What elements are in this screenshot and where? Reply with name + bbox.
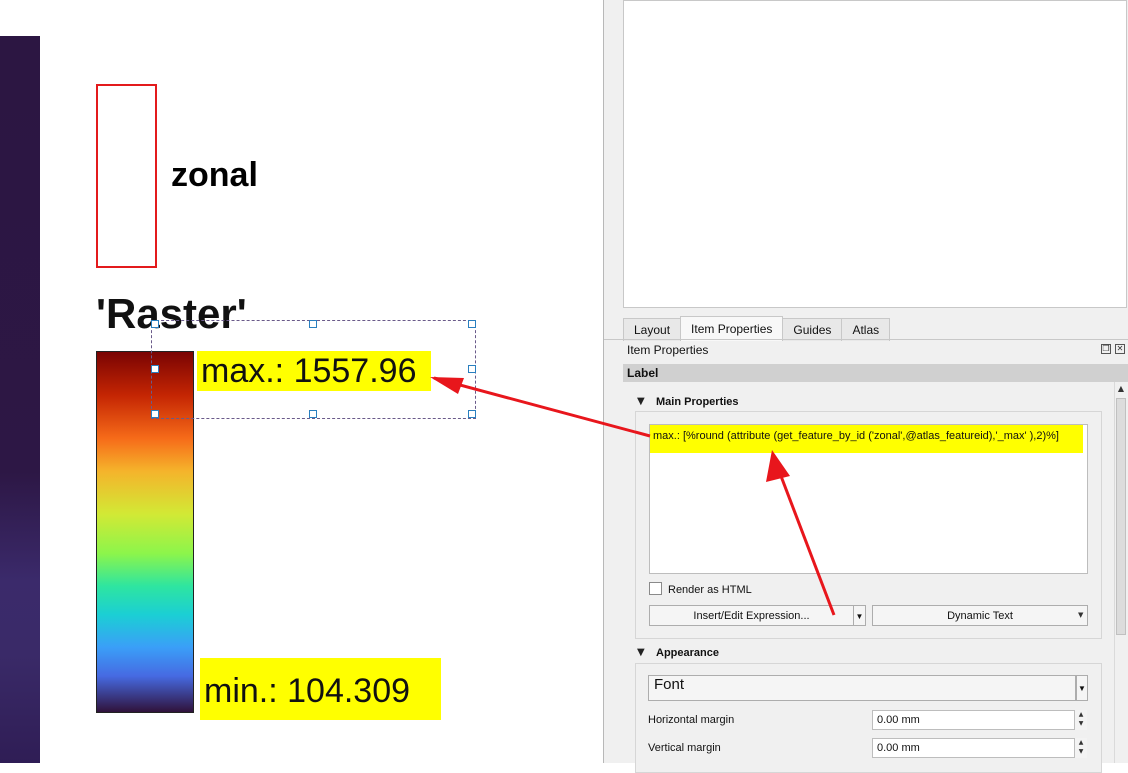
float-panel-icon[interactable]: ❐: [1101, 344, 1111, 354]
resize-handle-top-center[interactable]: [309, 320, 317, 328]
label-expression-text[interactable]: max.: [%round (attribute (get_feature_by…: [653, 430, 1059, 442]
dock-title: Item Properties: [627, 343, 709, 357]
tab-layout[interactable]: Layout: [623, 318, 682, 341]
label-section-header: Label: [623, 364, 1128, 382]
resize-handle-bottom-right[interactable]: [468, 410, 476, 418]
render-as-html-label[interactable]: Render as HTML: [668, 584, 752, 596]
scrollbar-thumb[interactable]: [1116, 398, 1126, 635]
zonal-legend-symbol[interactable]: [96, 84, 157, 268]
tab-baseline: [604, 339, 1128, 340]
resize-handle-top-left[interactable]: [151, 320, 159, 328]
horizontal-margin-stepper[interactable]: ▲ ▼: [1074, 710, 1087, 730]
horizontal-margin-label: Horizontal margin: [648, 714, 735, 726]
vertical-margin-input[interactable]: 0.00 mm: [872, 738, 1075, 758]
resize-handle-bottom-center[interactable]: [309, 410, 317, 418]
appearance-title[interactable]: Appearance: [656, 647, 722, 659]
min-value-label[interactable]: min.: 104.309: [200, 658, 441, 720]
resize-handle-top-right[interactable]: [468, 320, 476, 328]
close-panel-icon[interactable]: ✕: [1115, 344, 1125, 354]
horizontal-margin-input[interactable]: 0.00 mm: [872, 710, 1075, 730]
resize-handle-middle-left[interactable]: [151, 365, 159, 373]
tab-guides[interactable]: Guides: [782, 318, 843, 341]
resize-handle-middle-right[interactable]: [468, 365, 476, 373]
expression-menu-arrow-icon[interactable]: ▼: [853, 605, 866, 626]
collapse-triangle-icon[interactable]: ▼: [637, 647, 645, 658]
tab-atlas[interactable]: Atlas: [841, 318, 891, 341]
dynamic-text-caret-icon: ▼: [1078, 611, 1084, 619]
panel-preview-area: [623, 0, 1127, 308]
render-as-html-checkbox[interactable]: [649, 582, 662, 595]
selection-bounding-box[interactable]: [151, 320, 476, 419]
insert-edit-expression-button[interactable]: Insert/Edit Expression...: [649, 605, 854, 626]
dynamic-text-button[interactable]: Dynamic Text: [872, 605, 1088, 626]
collapse-triangle-icon[interactable]: ▼: [637, 396, 645, 407]
panel-tabs: Layout Item Properties Guides Atlas: [623, 316, 891, 341]
main-properties-title[interactable]: Main Properties: [656, 396, 742, 408]
map-item-edge[interactable]: [0, 36, 40, 763]
vertical-margin-label: Vertical margin: [648, 742, 721, 754]
font-menu-arrow-icon[interactable]: ▼: [1076, 675, 1088, 701]
resize-handle-bottom-left[interactable]: [151, 410, 159, 418]
zonal-legend-label[interactable]: zonal: [171, 156, 258, 195]
tab-item-properties[interactable]: Item Properties: [680, 316, 784, 341]
font-button[interactable]: Font: [648, 675, 1076, 701]
vertical-margin-stepper[interactable]: ▲ ▼: [1074, 738, 1087, 758]
scroll-up-icon[interactable]: ▲: [1114, 382, 1128, 396]
